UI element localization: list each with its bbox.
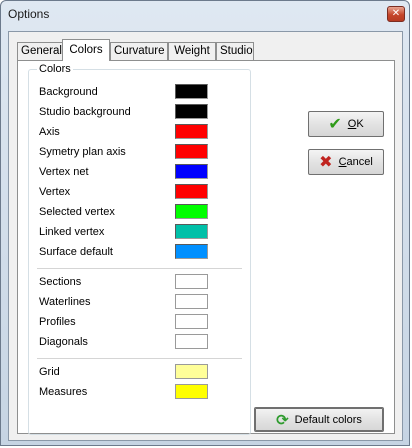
color-row-label: Grid: [39, 366, 60, 378]
color-swatch-sections[interactable]: [175, 274, 208, 289]
tab-curvature[interactable]: Curvature: [110, 42, 168, 60]
cancel-button-label: Cancel: [338, 156, 373, 168]
x-icon: ✖: [319, 152, 333, 171]
color-row-label: Waterlines: [39, 296, 91, 308]
color-row-vertex-net: Vertex net: [39, 163, 244, 183]
color-swatch-axis[interactable]: [175, 124, 208, 139]
color-row-diagonals: Diagonals: [39, 333, 244, 353]
color-swatch-vertex-net[interactable]: [175, 164, 208, 179]
separator: [37, 268, 242, 270]
color-row-sections: Sections: [39, 273, 244, 293]
colors-groupbox: Colors Background Studio background Axis…: [28, 63, 251, 435]
color-row-linked-vertex: Linked vertex: [39, 223, 244, 243]
tab-colors[interactable]: Colors: [62, 39, 110, 61]
ok-button-label: OK: [347, 118, 364, 130]
color-row-label: Symetry plan axis: [39, 146, 126, 158]
colors-group-title: Colors: [37, 63, 73, 75]
color-row-waterlines: Waterlines: [39, 293, 244, 313]
default-colors-button[interactable]: ⟳ Default colors: [254, 407, 384, 432]
default-colors-button-label: Default colors: [294, 413, 362, 426]
options-dialog: Options ✕ General Colors Curvature Weigh…: [0, 0, 410, 446]
color-row-label: Linked vertex: [39, 226, 105, 238]
color-swatch-measures[interactable]: [175, 384, 208, 399]
color-row-label: Axis: [39, 126, 60, 138]
color-row-label: Diagonals: [39, 336, 88, 348]
tab-studio[interactable]: Studio: [216, 42, 254, 60]
color-swatch-studio-background[interactable]: [175, 104, 208, 119]
color-swatch-surface-default[interactable]: [175, 244, 208, 259]
color-swatch-grid[interactable]: [175, 364, 208, 379]
ok-button[interactable]: ✔ OK: [308, 111, 384, 137]
close-button[interactable]: ✕: [387, 6, 405, 22]
title-bar[interactable]: Options ✕: [1, 1, 409, 27]
color-row-label: Surface default: [39, 246, 113, 258]
color-swatch-profiles[interactable]: [175, 314, 208, 329]
refresh-icon: ⟳: [276, 410, 289, 429]
color-row-label: Measures: [39, 386, 88, 398]
tab-general[interactable]: General: [17, 42, 63, 60]
color-swatch-background[interactable]: [175, 84, 208, 99]
color-swatch-diagonals[interactable]: [175, 334, 208, 349]
color-row-grid: Grid: [39, 363, 244, 383]
separator: [37, 358, 242, 360]
color-row-symetry-plan-axis: Symetry plan axis: [39, 143, 244, 163]
color-row-label: Vertex net: [39, 166, 89, 178]
color-row-measures: Measures: [39, 383, 244, 403]
color-row-vertex: Vertex: [39, 183, 244, 203]
color-row-axis: Axis: [39, 123, 244, 143]
colors-tab-panel: Colors Background Studio background Axis…: [17, 60, 395, 435]
color-swatch-waterlines[interactable]: [175, 294, 208, 309]
color-swatch-vertex[interactable]: [175, 184, 208, 199]
color-row-label: Background: [39, 86, 98, 98]
color-row-label: Sections: [39, 276, 82, 288]
check-icon: ✔: [328, 114, 342, 133]
window-title: Options: [8, 7, 50, 21]
color-row-label: Selected vertex: [39, 206, 115, 218]
color-row-label: Studio background: [39, 106, 131, 118]
color-row-studio-background: Studio background: [39, 103, 244, 123]
color-swatch-linked-vertex[interactable]: [175, 224, 208, 239]
color-row-profiles: Profiles: [39, 313, 244, 333]
color-row-label: Profiles: [39, 316, 76, 328]
color-row-label: Vertex: [39, 186, 71, 198]
color-row-background: Background: [39, 83, 244, 103]
close-icon: ✕: [391, 8, 401, 19]
color-swatch-symetry-plan-axis[interactable]: [175, 144, 208, 159]
color-swatch-selected-vertex[interactable]: [175, 204, 208, 219]
tab-weight[interactable]: Weight: [168, 42, 216, 60]
color-row-selected-vertex: Selected vertex: [39, 203, 244, 223]
dialog-client-area: General Colors Curvature Weight Studio C…: [8, 31, 403, 441]
cancel-button[interactable]: ✖ Cancel: [308, 149, 384, 175]
color-row-surface-default: Surface default: [39, 243, 244, 263]
